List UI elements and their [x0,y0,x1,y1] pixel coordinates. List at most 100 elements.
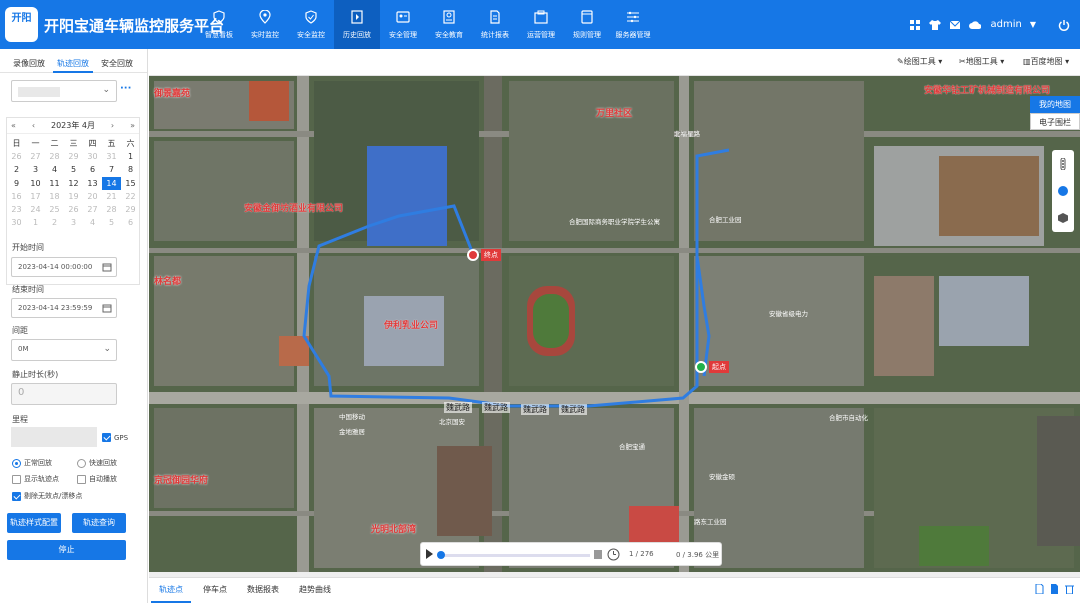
map-tools-menu[interactable]: ✂地图工具 ▾ [959,56,1004,67]
calendar-day[interactable]: 6 [121,216,140,229]
show-points-checkbox[interactable]: 显示轨迹点 [12,474,59,484]
vehicle-select[interactable]: ⌄ [11,80,117,102]
export-icon[interactable] [1050,584,1059,594]
next-year-icon[interactable]: » [130,121,135,130]
calendar-day[interactable]: 29 [121,203,140,216]
playback-tab[interactable]: 轨迹回放 [53,58,93,73]
stop-button[interactable]: 停止 [7,540,126,560]
play-icon[interactable] [426,549,433,559]
calendar-day[interactable]: 12 [64,177,83,190]
calendar-day[interactable]: 31 [102,150,121,163]
calendar-day[interactable]: 27 [26,150,45,163]
start-marker[interactable]: 起点 [695,361,729,373]
calendar-day[interactable]: 21 [102,190,121,203]
calendar-day[interactable]: 9 [7,177,26,190]
calendar-day[interactable]: 30 [83,150,102,163]
nav-item[interactable]: 实时监控 [242,0,288,49]
playback-tab[interactable]: 录像回放 [9,58,49,73]
calendar-day[interactable]: 19 [64,190,83,203]
calendar-day[interactable]: 4 [45,163,64,176]
calendar-day[interactable]: 1 [121,150,140,163]
trash-icon[interactable] [1065,584,1074,594]
bottom-tab[interactable]: 数据报表 [239,578,287,603]
nav-item[interactable]: 规则管理 [564,0,610,49]
start-time-input[interactable]: 2023-04-14 00:00:00 [11,257,117,277]
chevron-down-icon[interactable]: ▼ [1030,20,1036,29]
calendar-day[interactable]: 10 [26,177,45,190]
bottom-tab[interactable]: 趋势曲线 [291,578,339,603]
end-marker[interactable]: 终点 [467,249,501,261]
track-style-button[interactable]: 轨迹样式配置 [7,513,61,533]
calendar-day[interactable]: 30 [7,216,26,229]
nav-item[interactable]: 运营管理 [518,0,564,49]
calendar-day[interactable]: 3 [64,216,83,229]
normal-playback-radio[interactable]: 正常回放 [12,458,52,468]
slider-handle[interactable] [437,551,446,559]
calendar-day[interactable]: 26 [7,150,26,163]
calendar-day[interactable]: 3 [26,163,45,176]
my-map-button[interactable]: 我的地图 [1030,96,1080,113]
calendar-day[interactable]: 17 [26,190,45,203]
calendar-day[interactable]: 11 [45,177,64,190]
shirt-icon[interactable] [928,19,941,31]
calendar-day[interactable]: 8 [121,163,140,176]
nav-item[interactable]: 服务器管理 [610,0,656,49]
calendar-day[interactable]: 27 [83,203,102,216]
prev-year-icon[interactable]: « [11,121,16,130]
end-time-input[interactable]: 2023-04-14 23:59:59 [11,298,117,318]
auto-play-checkbox[interactable]: 自动播放 [77,474,117,484]
calendar-day[interactable]: 5 [64,163,83,176]
next-month-icon[interactable]: › [111,121,114,130]
slider-end-handle[interactable] [594,550,602,559]
calendar-day[interactable]: 20 [83,190,102,203]
bottom-tab[interactable]: 停车点 [195,578,235,603]
calendar-day[interactable]: 18 [45,190,64,203]
user-name[interactable]: admin [991,19,1022,30]
fast-playback-radio[interactable]: 快速回放 [77,458,117,468]
calendar-day[interactable]: 1 [26,216,45,229]
calendar-day[interactable]: 25 [45,203,64,216]
calendar-day[interactable]: 7 [102,163,121,176]
stop-duration-input[interactable]: 0 [11,383,117,405]
interval-select[interactable]: 0M ⌄ [11,339,117,361]
calendar-day[interactable]: 16 [7,190,26,203]
map-view[interactable]: 御景嘉苑 万里社区 林名都 京冠御园华府 光明北部湾 安徽金御坊酒业有限公司 伊… [149,76,1080,572]
baidu-map-menu[interactable]: ▥百度地图 ▾ [1023,56,1069,67]
speed-clock-icon[interactable] [607,548,620,561]
grid-icon[interactable] [909,19,921,31]
traffic-light-icon[interactable] [1057,157,1069,170]
calendar-day[interactable]: 26 [64,203,83,216]
calendar-day[interactable]: 28 [45,150,64,163]
document-icon[interactable] [1035,584,1044,594]
calendar-day[interactable]: 23 [7,203,26,216]
gps-checkbox[interactable]: GPS [102,433,128,442]
filter-invalid-checkbox[interactable]: 剔除无效点/漂移点 [12,491,82,501]
nav-item[interactable]: 智慧看板 [196,0,242,49]
calendar-day[interactable]: 4 [83,216,102,229]
fence-button[interactable]: 电子围栏 [1030,113,1080,130]
calendar-day[interactable]: 2 [7,163,26,176]
cloud-icon[interactable] [968,19,981,31]
calendar-day[interactable]: 29 [64,150,83,163]
globe-icon[interactable] [1057,185,1069,197]
calendar-day[interactable]: 15 [121,177,140,190]
track-query-button[interactable]: 轨迹查询 [72,513,126,533]
calendar-day[interactable]: 22 [121,190,140,203]
bottom-tab[interactable]: 轨迹点 [151,578,191,603]
playback-tab[interactable]: 安全回放 [97,58,137,73]
playback-slider[interactable] [437,551,590,559]
nav-item[interactable]: 安全教育 [426,0,472,49]
mail-icon[interactable] [949,19,961,31]
calendar-day[interactable]: 6 [83,163,102,176]
calendar-day[interactable]: 5 [102,216,121,229]
calendar-day[interactable]: 28 [102,203,121,216]
more-icon[interactable]: ··· [120,83,131,94]
calendar-day[interactable]: 24 [26,203,45,216]
calendar-day[interactable]: 2 [45,216,64,229]
prev-month-icon[interactable]: ‹ [32,121,35,130]
draw-tools-menu[interactable]: ✎绘图工具 ▾ [897,56,942,67]
cube-icon[interactable] [1057,212,1069,224]
calendar-day[interactable]: 13 [83,177,102,190]
nav-item[interactable]: 安全监控 [288,0,334,49]
calendar-day[interactable]: 14 [102,176,121,190]
